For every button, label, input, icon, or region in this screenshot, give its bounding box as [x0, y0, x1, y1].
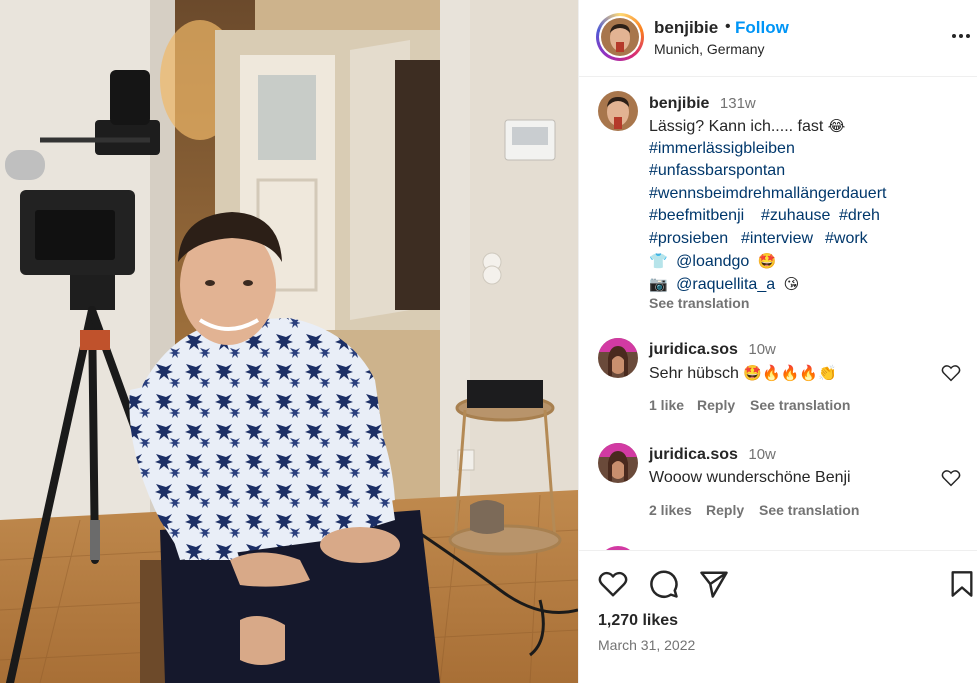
comments-section[interactable]: benjibie 131w Lässig? Kann ich..... fast… — [579, 78, 977, 550]
comment-2-body: Wooow wunderschöne Benji — [649, 469, 851, 487]
comment-text: Sehr hübsch — [649, 365, 739, 382]
comment-username[interactable]: juridica.sos — [649, 446, 738, 463]
comment-like-count[interactable]: 2 likes — [649, 502, 692, 518]
post-photo-illustration — [0, 0, 578, 683]
hashtag-link[interactable]: #prosieben — [649, 230, 728, 248]
avatar-image — [601, 18, 639, 56]
comment-1-header: juridica.sos 10w — [649, 341, 776, 359]
reply-button[interactable]: Reply — [706, 502, 744, 518]
caption-username[interactable]: benjibie — [649, 95, 709, 112]
reaction-emojis: 🤩🔥🔥🔥👏 — [743, 364, 837, 382]
caption-header: benjibie 131w — [649, 95, 756, 113]
reply-button[interactable]: Reply — [697, 397, 735, 413]
hashtag-link[interactable]: #dreh — [839, 207, 880, 225]
hashtag-link[interactable]: #interview — [741, 230, 813, 248]
comment-username[interactable]: juridica.sos — [649, 341, 738, 358]
caption-age: 131w — [719, 95, 756, 112]
post-header: benjibie • Follow Munich, Germany — [579, 0, 977, 77]
comment-2-header: juridica.sos 10w — [649, 446, 776, 464]
separator-dot: • — [725, 18, 731, 35]
divider — [579, 550, 977, 551]
post-photo[interactable] — [0, 0, 578, 683]
post-date[interactable]: March 31, 2022 — [598, 637, 695, 653]
caption-avatar[interactable] — [598, 91, 638, 131]
comment-age: 10w — [748, 341, 776, 358]
like-count[interactable]: 1,270 likes — [598, 612, 678, 630]
hashtag-link[interactable]: #work — [825, 230, 868, 248]
comment-text: Wooow wunderschöne Benji — [649, 469, 851, 486]
see-translation-button[interactable]: See translation — [649, 295, 749, 311]
hashtag-link[interactable]: #immerlässigbleiben — [649, 140, 795, 158]
laughing-emoji: 😂 — [827, 117, 846, 135]
comment-1-body: Sehr hübsch 🤩🔥🔥🔥👏 — [649, 364, 837, 383]
caption-text-line: Lässig? Kann ich..... fast 😂 — [649, 117, 845, 136]
shirt-icon: 👕 — [649, 252, 668, 270]
profile-avatar[interactable] — [596, 13, 644, 61]
post-author-username[interactable]: benjibie — [654, 18, 718, 38]
kiss-emoji: 😘 — [783, 275, 800, 293]
comment-heart-icon[interactable] — [941, 469, 961, 487]
credit-line-clothing: 👕 @loandgo 🤩 — [649, 252, 776, 271]
hashtag-link[interactable]: #unfassbarspontan — [649, 162, 785, 180]
post-detail-panel: benjibie • Follow Munich, Germany benjib… — [578, 0, 977, 683]
star-eyes-emoji: 🤩 — [757, 252, 777, 270]
camera-icon: 📷 — [649, 275, 668, 293]
comment-like-count[interactable]: 1 like — [649, 397, 684, 413]
comment-icon[interactable] — [649, 569, 679, 599]
heart-icon[interactable] — [598, 570, 628, 598]
mention-link[interactable]: @loandgo — [676, 253, 749, 270]
see-translation-button[interactable]: See translation — [759, 502, 859, 518]
share-icon[interactable] — [699, 570, 729, 598]
hashtag-link[interactable]: #beefmitbenji — [649, 207, 744, 225]
mention-link[interactable]: @raquellita_a — [676, 276, 775, 293]
bookmark-icon[interactable] — [949, 570, 975, 598]
comment-heart-icon[interactable] — [941, 364, 961, 382]
caption-text: Lässig? Kann ich..... fast — [649, 118, 824, 135]
more-icon[interactable] — [950, 28, 972, 44]
follow-button[interactable]: Follow — [735, 18, 789, 38]
comment-avatar[interactable] — [598, 338, 638, 378]
comment-avatar[interactable] — [598, 443, 638, 483]
comment-age: 10w — [748, 446, 776, 463]
see-translation-button[interactable]: See translation — [750, 397, 850, 413]
post-location[interactable]: Munich, Germany — [654, 41, 764, 57]
credit-line-photo: 📷 @raquellita_a 😘 — [649, 275, 799, 294]
hashtag-link[interactable]: #zuhause — [761, 207, 830, 225]
hashtag-link[interactable]: #wennsbeimdrehmallängerdauert — [649, 185, 886, 203]
